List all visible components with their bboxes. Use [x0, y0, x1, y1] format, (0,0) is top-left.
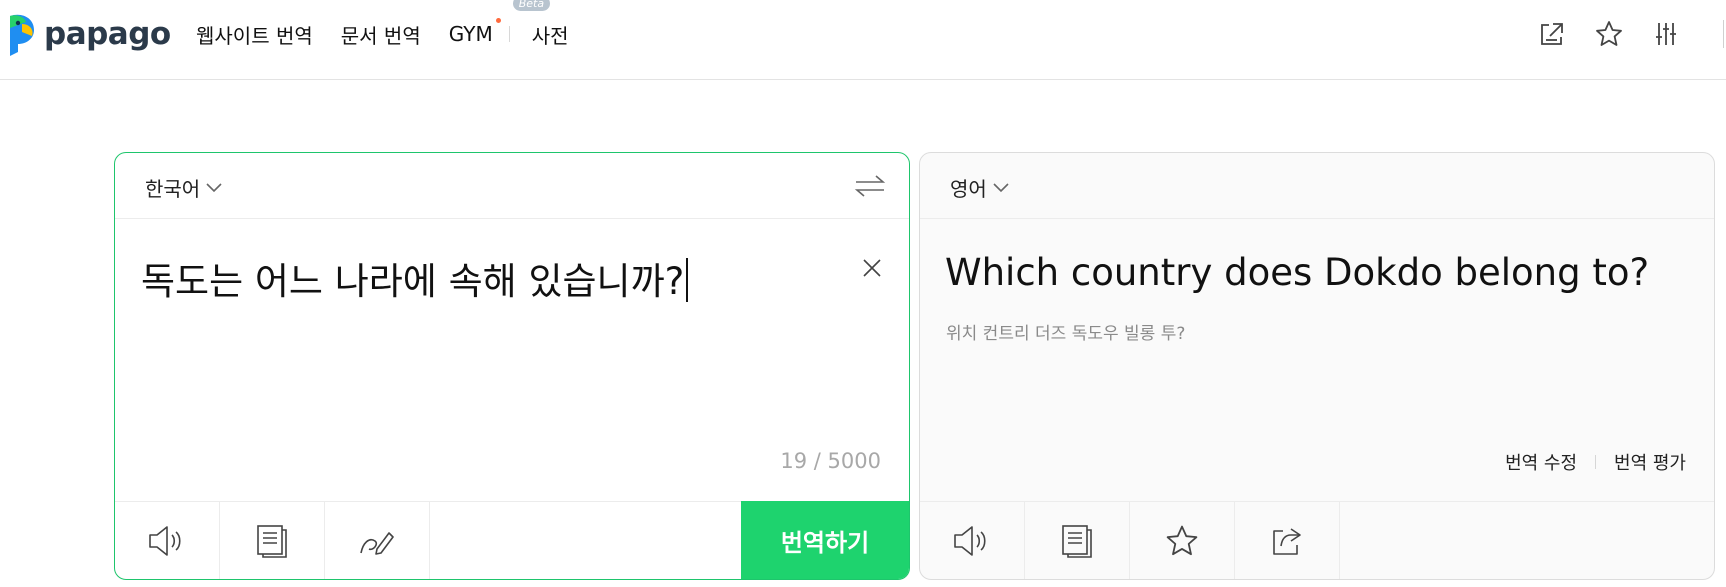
source-language-select[interactable]: 한국어 — [145, 173, 222, 202]
chevron-down-icon — [206, 182, 222, 192]
speaker-icon — [954, 525, 986, 556]
speaker-icon — [149, 525, 181, 556]
new-dot — [495, 18, 501, 23]
target-copy-button[interactable] — [1025, 502, 1130, 579]
source-panel: 한국어 독도는 어느 나라에 속해 있습니까? 19 / 5000 번역하기 — [114, 152, 910, 580]
open-new-window-icon[interactable] — [1532, 14, 1572, 54]
source-listen-button[interactable] — [115, 502, 220, 579]
share-icon — [1273, 527, 1301, 555]
beta-badge: Beta — [512, 0, 551, 11]
actions-divider — [1595, 455, 1597, 469]
nav-document-translation[interactable]: 문서 번역 — [341, 20, 421, 49]
nav-gym-label: GYM — [448, 22, 493, 46]
source-language-bar: 한국어 — [115, 153, 909, 219]
source-language-label: 한국어 — [145, 177, 201, 201]
pronunciation-text: 위치 컨트리 더즈 독도우 빌롱 투? — [946, 324, 1186, 344]
header-tools — [1515, 14, 1686, 54]
top-header: papago 웹사이트 번역 문서 번역 GYM Beta 사전 — [0, 0, 1726, 80]
source-text-input[interactable]: 독도는 어느 나라에 속해 있습니까? — [141, 251, 689, 305]
text-caret — [686, 258, 689, 302]
translate-button[interactable]: 번역하기 — [741, 501, 909, 579]
papago-parrot-icon — [10, 14, 34, 56]
nav-gym[interactable]: GYM Beta — [448, 0, 551, 46]
swap-languages-icon[interactable] — [853, 169, 887, 203]
rate-translation-link[interactable]: 번역 평가 — [1614, 449, 1686, 475]
copy-icon — [1062, 524, 1092, 558]
chevron-down-icon — [993, 182, 1009, 192]
star-icon[interactable] — [1589, 14, 1629, 54]
handwriting-icon — [360, 531, 394, 555]
nav-divider — [508, 26, 510, 42]
character-counter: 19 / 5000 — [780, 449, 881, 473]
target-listen-button[interactable] — [920, 502, 1025, 579]
favorite-button[interactable] — [1130, 502, 1235, 579]
star-icon — [1166, 525, 1198, 555]
logo-text: papago — [44, 16, 171, 52]
target-language-label: 영어 — [950, 177, 987, 201]
edit-translation-link[interactable]: 번역 수정 — [1505, 449, 1577, 475]
target-panel: 영어 Which country does Dokdo belong to? 위… — [919, 152, 1715, 580]
target-language-select[interactable]: 영어 — [950, 173, 1009, 202]
settings-sliders-icon[interactable] — [1646, 14, 1686, 54]
translated-text: Which country does Dokdo belong to? — [945, 251, 1650, 294]
papago-logo[interactable]: papago — [4, 14, 171, 56]
handwriting-button[interactable] — [325, 502, 430, 579]
target-language-bar: 영어 — [920, 153, 1714, 219]
nav-website-translation[interactable]: 웹사이트 번역 — [196, 20, 313, 49]
clear-text-icon[interactable] — [859, 255, 885, 281]
main-nav: 웹사이트 번역 문서 번역 GYM Beta 사전 — [196, 0, 597, 68]
source-copy-button[interactable] — [220, 502, 325, 579]
source-text: 독도는 어느 나라에 속해 있습니까? — [141, 260, 685, 303]
translation-actions: 번역 수정 번역 평가 — [1505, 449, 1686, 475]
copy-icon — [257, 524, 287, 558]
target-toolbar — [920, 501, 1714, 579]
share-button[interactable] — [1235, 502, 1340, 579]
source-toolbar: 번역하기 — [115, 501, 909, 579]
nav-dictionary[interactable]: 사전 — [532, 20, 569, 49]
